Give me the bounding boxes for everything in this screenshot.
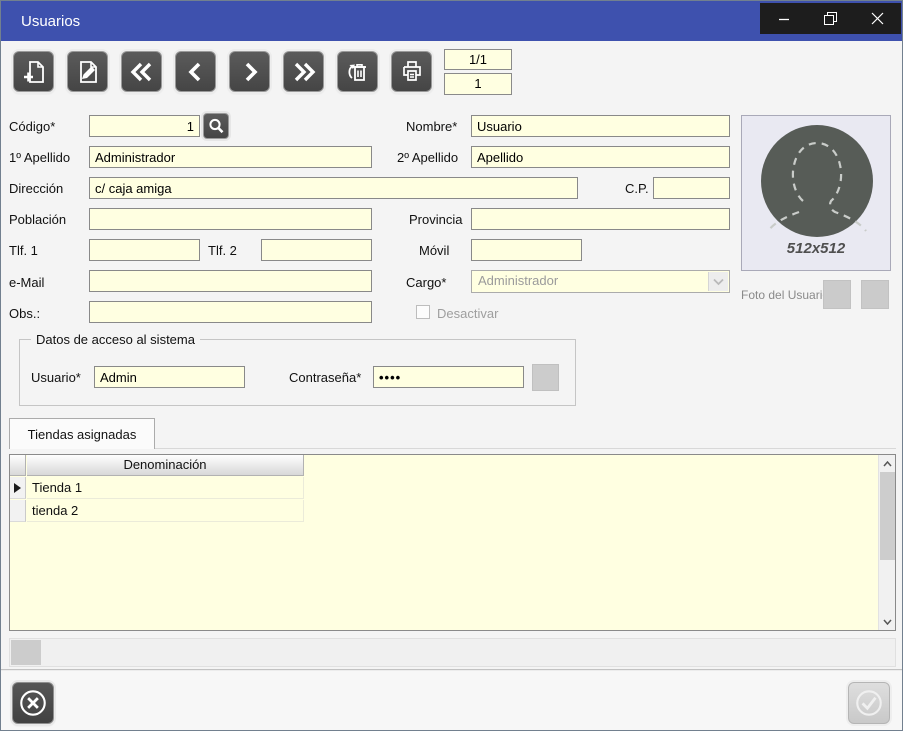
desactivar-checkbox[interactable]: [416, 305, 430, 319]
codigo-input[interactable]: [89, 115, 200, 137]
window-controls: [760, 3, 901, 34]
movil-label: Móvil: [419, 243, 449, 258]
delete-trash-icon: [345, 59, 371, 85]
search-button[interactable]: [203, 113, 229, 139]
minimize-icon: [778, 13, 790, 25]
usuario-label: Usuario*: [31, 370, 81, 385]
photo-size-text: 512x512: [742, 240, 890, 257]
cargo-select[interactable]: Administrador: [471, 270, 730, 293]
edit-document-icon: [75, 59, 101, 85]
access-group-title: Datos de acceso al sistema: [31, 332, 200, 347]
provincia-label: Provincia: [409, 212, 462, 227]
cancel-button[interactable]: [12, 682, 54, 724]
edit-record-button[interactable]: [67, 51, 108, 92]
cargo-selected-value: Administrador: [478, 273, 558, 288]
restore-button[interactable]: [807, 3, 854, 34]
chevron-up-icon: [883, 461, 892, 467]
grid-row-tienda-1[interactable]: Tienda 1: [27, 477, 304, 499]
codigo-label: Código*: [9, 119, 55, 134]
chevron-down-icon: [883, 619, 892, 625]
obs-label: Obs.:: [9, 306, 40, 321]
current-row-marker-icon: [14, 483, 21, 493]
direccion-input[interactable]: [89, 177, 578, 199]
tiendas-grid: Denominación Tienda 1 tienda 2: [9, 454, 896, 631]
row-indicator-current: [10, 477, 26, 499]
apellido2-label: 2º Apellido: [397, 150, 458, 165]
foto-del-usuario-label: Foto del Usuario: [741, 288, 829, 302]
scroll-up-button[interactable]: [879, 455, 896, 472]
direccion-label: Dirección: [9, 181, 63, 196]
scroll-down-button[interactable]: [879, 613, 896, 630]
grid-indicator-header: [10, 455, 26, 476]
printer-icon: [399, 59, 425, 85]
tab-tiendas-asignadas[interactable]: Tiendas asignadas: [9, 418, 155, 449]
cp-input[interactable]: [653, 177, 730, 199]
show-password-button[interactable]: [532, 364, 559, 391]
row-indicator: [10, 500, 26, 522]
email-label: e-Mail: [9, 275, 44, 290]
record-number-field[interactable]: 1: [444, 73, 512, 95]
search-icon: [206, 116, 226, 136]
avatar: [761, 125, 873, 237]
restore-icon: [824, 12, 837, 25]
obs-input[interactable]: [89, 301, 372, 323]
contrasena-label: Contraseña*: [289, 370, 361, 385]
apellido1-label: 1º Apellido: [9, 150, 70, 165]
email-input[interactable]: [89, 270, 372, 292]
previous-record-button[interactable]: [175, 51, 216, 92]
chevron-right-icon: [237, 59, 263, 85]
last-record-button[interactable]: [283, 51, 324, 92]
usuario-input[interactable]: [94, 366, 245, 388]
photo-placeholder: 512x512: [741, 115, 891, 271]
cargo-dropdown-button[interactable]: [708, 272, 728, 291]
scrollbar-thumb[interactable]: [880, 472, 895, 560]
nombre-input[interactable]: [471, 115, 730, 137]
first-record-button[interactable]: [121, 51, 162, 92]
poblacion-input[interactable]: [89, 208, 372, 230]
cp-label: C.P.: [625, 181, 649, 196]
usuarios-window: Usuarios: [0, 0, 903, 731]
page-indicator: 1/1: [444, 49, 512, 70]
person-silhouette-icon: [761, 125, 873, 237]
movil-input[interactable]: [471, 239, 582, 261]
chevrons-right-icon: [291, 59, 317, 85]
close-icon: [871, 12, 884, 25]
horizontal-scrollbar-thumb[interactable]: [11, 640, 41, 665]
tlf1-label: Tlf. 1: [9, 243, 38, 258]
new-document-icon: [21, 59, 47, 85]
apellido1-input[interactable]: [89, 146, 372, 168]
tlf1-input[interactable]: [89, 239, 200, 261]
desactivar-label: Desactivar: [437, 306, 498, 321]
poblacion-label: Población: [9, 212, 66, 227]
nombre-label: Nombre*: [406, 119, 457, 134]
bottom-bar: [1, 670, 902, 730]
tlf2-input[interactable]: [261, 239, 372, 261]
title-bar: Usuarios: [1, 1, 902, 41]
new-record-button[interactable]: [13, 51, 54, 92]
chevrons-left-icon: [129, 59, 155, 85]
close-button[interactable]: [854, 3, 901, 34]
contrasena-input[interactable]: [373, 366, 524, 388]
grid-horizontal-scrollbar[interactable]: [9, 638, 896, 667]
print-button[interactable]: [391, 51, 432, 92]
apellido2-input[interactable]: [471, 146, 730, 168]
grid-vertical-scrollbar[interactable]: [878, 455, 895, 630]
chevron-left-icon: [183, 59, 209, 85]
provincia-input[interactable]: [471, 208, 730, 230]
accept-check-icon: [852, 686, 886, 720]
grid-row-tienda-2[interactable]: tienda 2: [27, 500, 304, 522]
accept-button[interactable]: [848, 682, 890, 724]
photo-load-button[interactable]: [823, 280, 851, 309]
minimize-button[interactable]: [760, 3, 807, 34]
cargo-label: Cargo*: [406, 275, 446, 290]
delete-record-button[interactable]: [337, 51, 378, 92]
grid-column-header-denominacion[interactable]: Denominación: [27, 455, 304, 476]
chevron-down-icon: [713, 278, 724, 286]
next-record-button[interactable]: [229, 51, 270, 92]
photo-clear-button[interactable]: [861, 280, 889, 309]
tab-label: Tiendas asignadas: [28, 427, 137, 442]
cancel-circle-x-icon: [16, 686, 50, 720]
tlf2-label: Tlf. 2: [208, 243, 237, 258]
window-title: Usuarios: [21, 13, 80, 30]
